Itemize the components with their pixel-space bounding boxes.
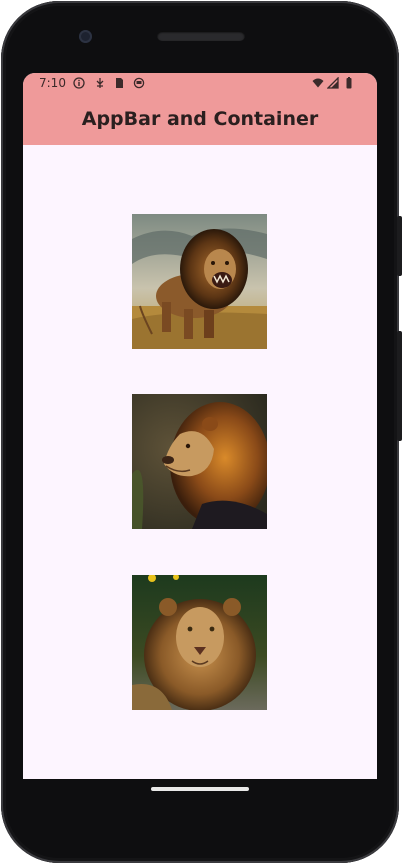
sd-card-icon [116, 78, 123, 88]
app-screen: 7:10 AppBar and Container [23, 73, 377, 779]
lion-portrait-image [132, 575, 267, 710]
lion-profile-image [132, 394, 267, 529]
info-icon [73, 77, 85, 89]
lion-image-roaring [132, 214, 267, 349]
status-time: 7:10 [39, 76, 66, 90]
status-bar: 7:10 [23, 73, 377, 95]
roaring-lion-image [132, 214, 267, 349]
usb-debug-icon [96, 78, 104, 88]
earpiece-speaker [157, 31, 245, 41]
volume-button [397, 331, 402, 441]
lion-image-profile [132, 394, 267, 529]
power-button [397, 216, 402, 276]
app-bar: AppBar and Container [23, 95, 377, 145]
wifi-icon [312, 78, 324, 88]
battery-icon [346, 77, 352, 89]
signal-icon [327, 77, 339, 89]
app-bar-title: AppBar and Container [81, 108, 319, 130]
lion-image-portrait [132, 575, 267, 710]
front-camera-icon [79, 30, 92, 43]
home-gesture-handle[interactable] [151, 787, 249, 791]
phone-frame: 7:10 AppBar and Container [1, 1, 402, 863]
sync-icon [133, 77, 145, 89]
